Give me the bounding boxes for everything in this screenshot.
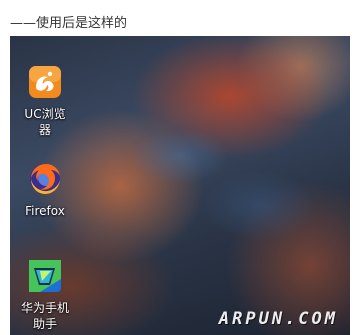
desktop-icon-firefox[interactable]: Firefox	[10, 161, 85, 219]
desktop-icon-uc-browser[interactable]: UC浏览器	[10, 64, 85, 138]
desktop-icon-huawei-hisuite[interactable]: 华为手机助手	[10, 258, 85, 332]
desktop-icon-label: Firefox	[25, 204, 65, 218]
huawei-hisuite-icon	[27, 258, 63, 294]
caption-text: ——使用后是这样的	[10, 16, 128, 31]
uc-browser-icon	[27, 64, 63, 100]
desktop-icon-label: 华为手机助手	[20, 301, 69, 331]
firefox-icon	[27, 161, 63, 197]
desktop[interactable]: UC浏览器 Firefox 华为手机助手 ARPUN.COM	[10, 36, 350, 335]
watermark-logo: ARPUN.COM	[218, 309, 338, 329]
desktop-icon-label: UC浏览器	[24, 107, 66, 137]
